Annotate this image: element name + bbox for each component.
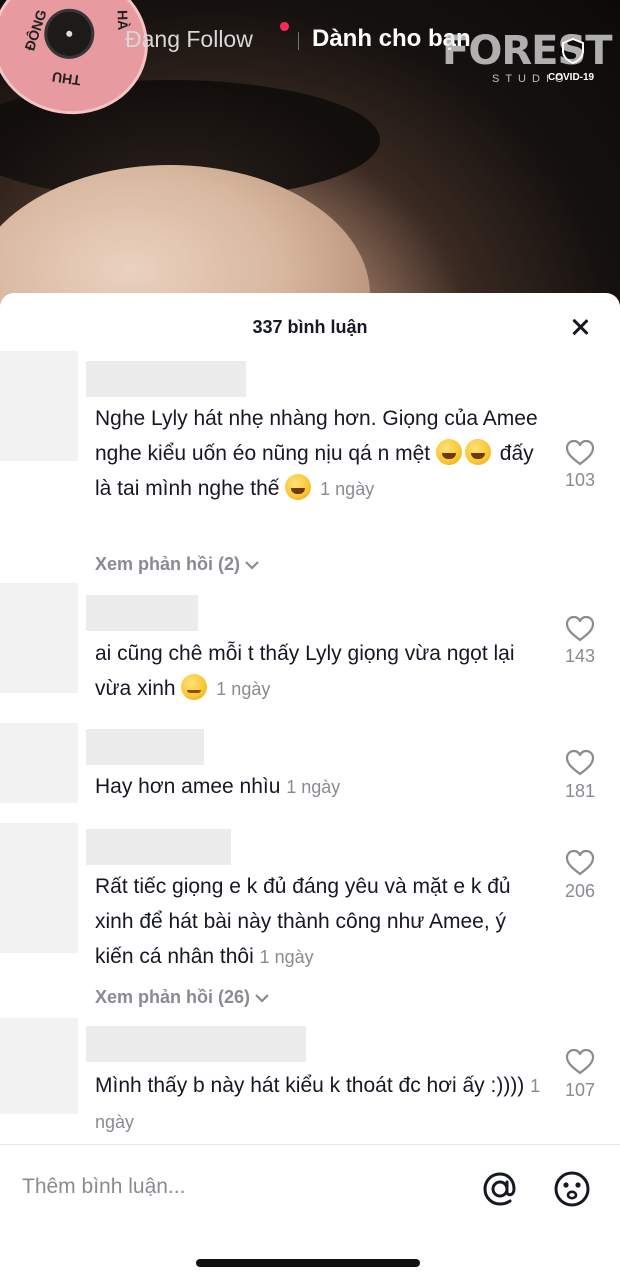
comment-text: Hay hơn amee nhìu 1 ngày <box>95 769 545 805</box>
avatar[interactable] <box>0 823 78 953</box>
view-replies-label: Xem phản hồi (26) <box>95 987 251 1007</box>
emoji-icon[interactable] <box>552 1169 592 1209</box>
watermark-logo: FOREST <box>442 28 613 74</box>
home-indicator[interactable] <box>196 1259 420 1267</box>
comment-body: ai cũng chê mỗi t thấy Lyly giọng vừa ng… <box>95 642 515 700</box>
like-count: 143 <box>564 646 596 666</box>
comment-text: Nghe Lyly hát nhẹ nhàng hơn. Giọng của A… <box>95 401 545 507</box>
avatar[interactable] <box>0 351 78 461</box>
username[interactable] <box>86 595 198 631</box>
tab-divider <box>298 32 299 50</box>
comment-timestamp: 1 ngày <box>320 479 375 499</box>
avatar[interactable] <box>0 1018 78 1114</box>
comments-sheet: 337 bình luận Nghe Lyly hát nhẹ nhàng hơ… <box>0 293 620 1282</box>
comment-body: Mình thấy b này hát kiểu k thoát đc hơi … <box>95 1074 525 1097</box>
comments-header: 337 bình luận <box>0 293 620 363</box>
like-count: 181 <box>564 781 596 801</box>
username[interactable] <box>86 829 231 865</box>
relieved-emoji-icon <box>181 674 208 700</box>
rofl-emoji-icon <box>285 474 312 500</box>
grinning-sweat-emoji-icon <box>464 439 491 465</box>
view-replies-label: Xem phản hồi (2) <box>95 554 241 574</box>
comment-text: Mình thấy b này hát kiểu k thoát đc hơi … <box>95 1068 545 1140</box>
view-replies-button[interactable]: Xem phản hồi (26) <box>95 987 270 1008</box>
chevron-down-icon <box>245 561 259 570</box>
comment-timestamp: 1 ngày <box>259 947 314 967</box>
username[interactable] <box>86 729 204 765</box>
comment-input-bar <box>0 1144 620 1282</box>
heart-icon[interactable] <box>565 849 595 876</box>
notification-dot <box>280 22 289 31</box>
username[interactable] <box>86 361 246 397</box>
comment-text: ai cũng chê mỗi t thấy Lyly giọng vừa ng… <box>95 636 545 707</box>
comment-text: Rất tiếc giọng e k đủ đáng yêu và mặt e … <box>95 869 545 975</box>
close-icon[interactable] <box>566 313 594 341</box>
chevron-down-icon <box>255 994 269 1003</box>
comment-count-title: 337 bình luận <box>252 317 368 337</box>
shield-icon <box>562 38 584 64</box>
like-count: 107 <box>564 1080 596 1100</box>
top-navigation: Đang Follow Dành cho bạn FOREST STUDIO C… <box>0 22 620 85</box>
like-count: 206 <box>564 881 596 901</box>
like-count: 103 <box>564 470 596 490</box>
covid-badge: COVID-19 <box>548 72 595 83</box>
tab-following[interactable]: Đang Follow <box>125 26 253 53</box>
heart-icon[interactable] <box>565 749 595 776</box>
heart-icon[interactable] <box>565 615 595 642</box>
view-replies-button[interactable]: Xem phản hồi (2) <box>95 554 260 575</box>
sticker-text: THU <box>51 68 82 89</box>
avatar[interactable] <box>0 723 78 803</box>
username[interactable] <box>86 1026 306 1062</box>
heart-icon[interactable] <box>565 439 595 466</box>
comment-timestamp: 1 ngày <box>286 777 341 797</box>
grinning-sweat-emoji-icon <box>435 439 462 465</box>
comment-timestamp: 1 ngày <box>216 679 271 699</box>
avatar[interactable] <box>0 583 78 693</box>
heart-icon[interactable] <box>565 1048 595 1075</box>
comment-input[interactable] <box>22 1169 442 1205</box>
comment-body: Hay hơn amee nhìu <box>95 775 281 798</box>
at-icon[interactable] <box>480 1169 520 1209</box>
